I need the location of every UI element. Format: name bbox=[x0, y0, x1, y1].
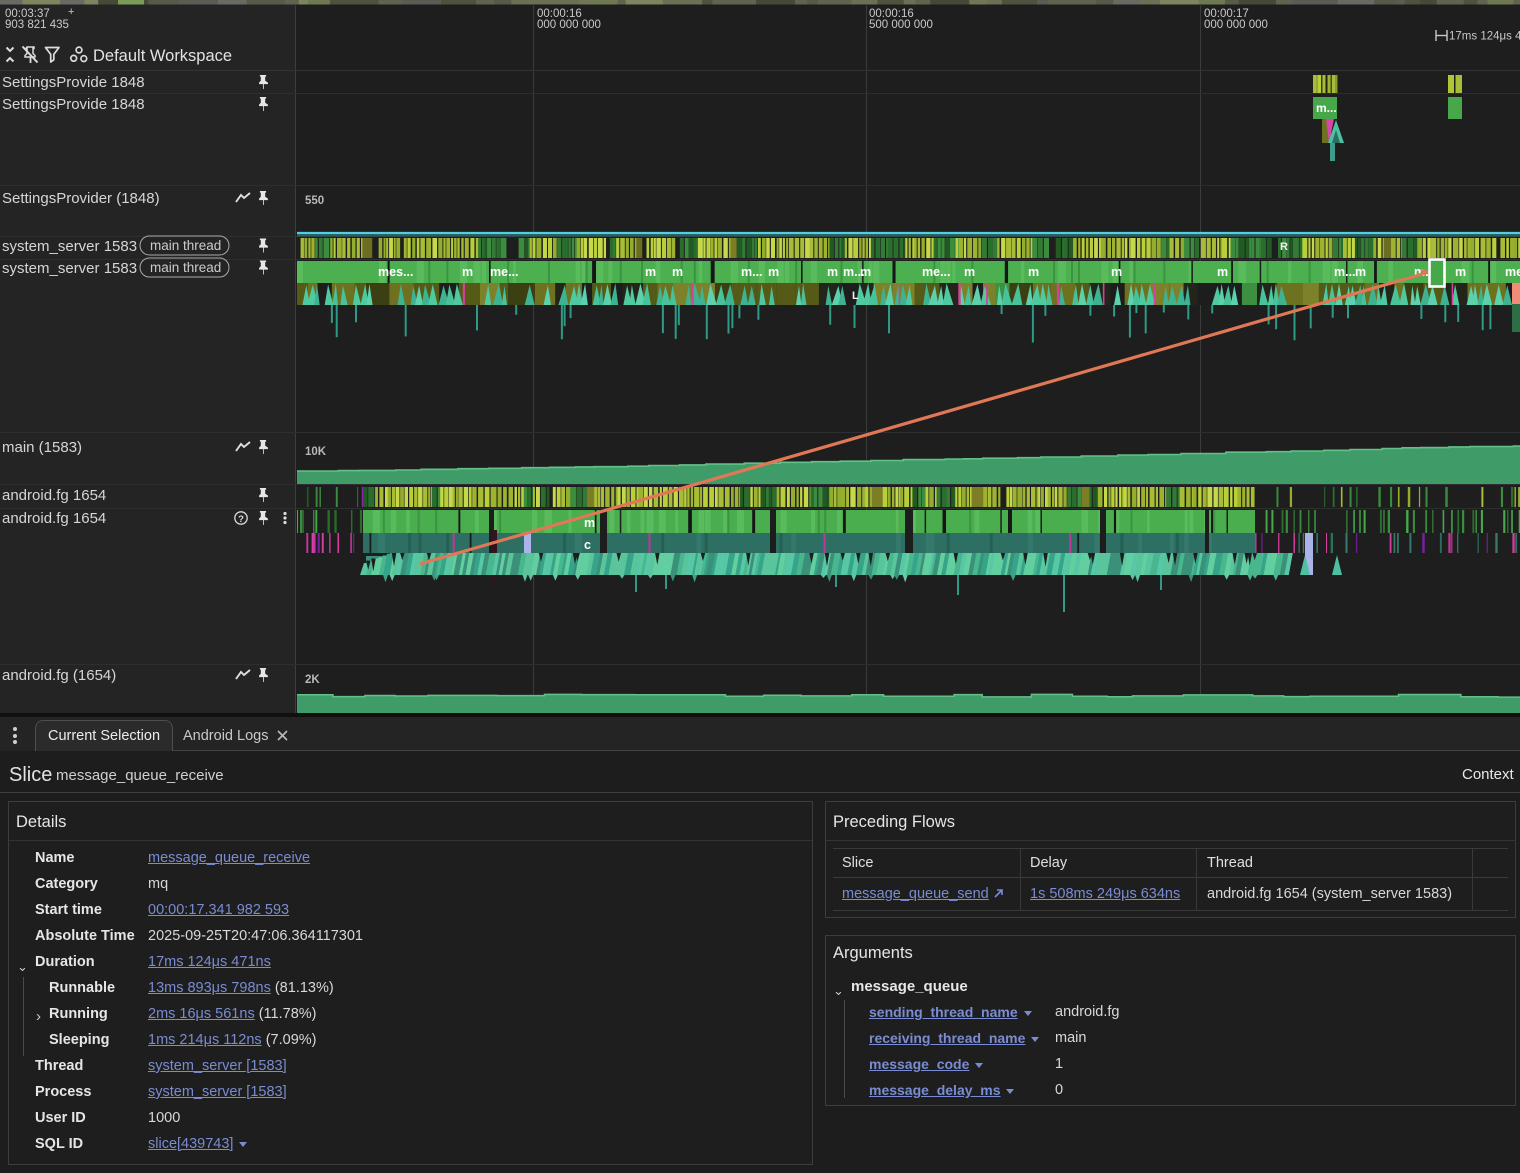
svg-text:m: m bbox=[1355, 265, 1366, 279]
svg-text:+: + bbox=[68, 6, 74, 18]
svg-text:SettingsProvide 1848: SettingsProvide 1848 bbox=[2, 74, 145, 91]
svg-text:m: m bbox=[827, 265, 838, 279]
svg-text:m...: m... bbox=[1334, 265, 1356, 279]
svg-text:android.fg 1654: android.fg 1654 bbox=[2, 487, 106, 504]
svg-text:Default Workspace: Default Workspace bbox=[93, 47, 232, 65]
svg-text:me...: me... bbox=[1505, 265, 1520, 279]
svg-text:android.fg 1654: android.fg 1654 bbox=[2, 510, 106, 527]
svg-text:17ms 124μs 471: 17ms 124μs 471 bbox=[1449, 31, 1520, 43]
svg-text:m: m bbox=[645, 265, 656, 279]
svg-text:m...: m... bbox=[1316, 101, 1337, 115]
svg-text:2K: 2K bbox=[305, 674, 320, 686]
svg-text:m: m bbox=[672, 265, 683, 279]
svg-text:m: m bbox=[1028, 265, 1039, 279]
svg-text:m: m bbox=[768, 265, 779, 279]
svg-text:SettingsProvider (1848): SettingsProvider (1848) bbox=[2, 190, 160, 207]
svg-text:000 000 000: 000 000 000 bbox=[1204, 19, 1268, 31]
svg-text:main thread: main thread bbox=[150, 260, 221, 275]
svg-text:mes...: mes... bbox=[378, 265, 413, 279]
svg-text:android.fg (1654): android.fg (1654) bbox=[2, 667, 116, 684]
svg-text:system_server 1583: system_server 1583 bbox=[2, 260, 137, 277]
svg-text:m: m bbox=[860, 265, 871, 279]
svg-text:m: m bbox=[964, 265, 975, 279]
svg-text:c: c bbox=[584, 538, 591, 552]
svg-text:R: R bbox=[1280, 241, 1288, 253]
svg-text:main thread: main thread bbox=[150, 238, 221, 253]
svg-text:m: m bbox=[1111, 265, 1122, 279]
svg-text:system_server 1583: system_server 1583 bbox=[2, 238, 137, 255]
svg-text:main (1583): main (1583) bbox=[2, 439, 82, 456]
svg-text:me...: me... bbox=[922, 265, 951, 279]
svg-text:L: L bbox=[852, 290, 859, 302]
svg-text:?: ? bbox=[238, 514, 244, 525]
svg-text:m: m bbox=[462, 265, 473, 279]
svg-text:m: m bbox=[584, 516, 595, 530]
svg-text:000 000 000: 000 000 000 bbox=[537, 19, 601, 31]
svg-text:500 000 000: 500 000 000 bbox=[869, 19, 933, 31]
svg-text:m...: m... bbox=[741, 265, 763, 279]
svg-text:m: m bbox=[1455, 265, 1466, 279]
svg-text:SettingsProvide 1848: SettingsProvide 1848 bbox=[2, 96, 145, 113]
svg-text:903 821 435: 903 821 435 bbox=[5, 19, 69, 31]
svg-text:m: m bbox=[1217, 265, 1228, 279]
svg-text:10K: 10K bbox=[305, 446, 327, 458]
svg-text:550: 550 bbox=[305, 195, 324, 207]
svg-text:me...: me... bbox=[490, 265, 519, 279]
